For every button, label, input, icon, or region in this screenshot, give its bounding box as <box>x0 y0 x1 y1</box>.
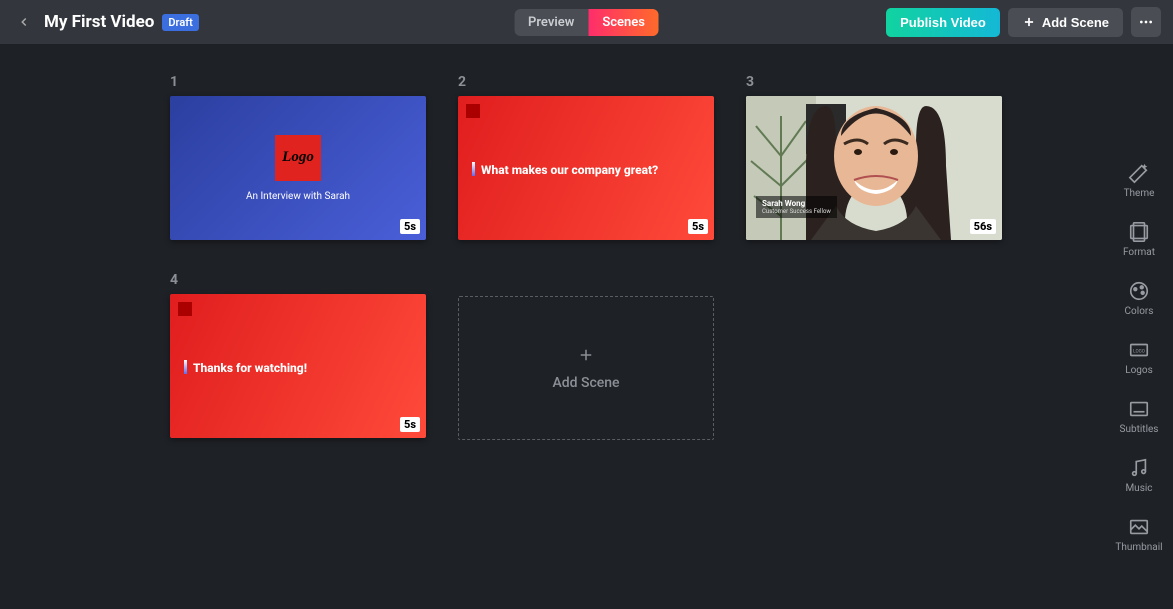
chevron-left-icon <box>17 15 31 29</box>
sidebar-item-theme[interactable]: Theme <box>1124 162 1155 199</box>
sidebar-label: Music <box>1125 483 1152 494</box>
scene-text: Thanks for watching! <box>193 361 307 375</box>
wand-icon <box>1128 162 1150 184</box>
duration-badge: 5s <box>400 219 420 234</box>
accent-bar <box>184 360 187 374</box>
lower-third: Sarah Wong Customer Success Fellow <box>756 196 837 218</box>
sidebar-item-colors[interactable]: Colors <box>1125 280 1154 317</box>
scene-cell: 3 <box>746 74 1002 240</box>
add-scene-card-label: Add Scene <box>552 375 619 391</box>
logo-mark <box>466 104 480 118</box>
more-button[interactable] <box>1131 7 1161 37</box>
scene-cell: 4 Thanks for watching! 5s <box>170 272 426 440</box>
sidebar-label: Format <box>1123 247 1155 258</box>
tab-preview[interactable]: Preview <box>514 9 588 36</box>
sidebar-item-thumbnail[interactable]: Thumbnail <box>1115 516 1162 553</box>
person-role: Customer Success Fellow <box>762 208 831 215</box>
logo-icon: LOGO <box>1128 339 1150 361</box>
sidebar-label: Logos <box>1125 365 1153 376</box>
sidebar-item-format[interactable]: Format <box>1123 221 1155 258</box>
palette-icon <box>1128 280 1150 302</box>
dots-icon <box>1138 14 1154 30</box>
add-scene-button[interactable]: Add Scene <box>1008 8 1123 37</box>
scene-text-wrap: What makes our company great? <box>472 159 658 178</box>
scene-text: What makes our company great? <box>481 163 658 177</box>
right-sidebar: Theme Format Colors LOGO Logos Subtitles… <box>1105 44 1173 609</box>
logo-box: Logo <box>275 135 321 181</box>
sidebar-item-music[interactable]: Music <box>1125 457 1152 494</box>
duration-badge: 5s <box>688 219 708 234</box>
scene-text-wrap: Thanks for watching! <box>184 357 307 376</box>
duration-badge: 5s <box>400 417 420 432</box>
svg-text:LOGO: LOGO <box>1133 348 1145 354</box>
header-actions: Publish Video Add Scene <box>886 7 1161 37</box>
add-scene-card[interactable]: Add Scene <box>458 296 714 440</box>
scene-card-2[interactable]: What makes our company great? 5s <box>458 96 714 240</box>
accent-bar <box>472 162 475 176</box>
back-button[interactable] <box>12 10 36 34</box>
image-icon <box>1128 516 1150 538</box>
format-icon <box>1128 221 1150 243</box>
plus-icon <box>1022 15 1036 29</box>
person-name: Sarah Wong <box>762 199 831 208</box>
subtitles-icon <box>1128 398 1150 420</box>
scene-card-1[interactable]: Logo An Interview with Sarah 5s <box>170 96 426 240</box>
scenes-canvas: 1 Logo An Interview with Sarah 5s 2 What… <box>0 44 1105 609</box>
scene-number: 1 <box>170 74 426 90</box>
tab-scenes[interactable]: Scenes <box>588 9 659 36</box>
sidebar-item-logos[interactable]: LOGO Logos <box>1125 339 1153 376</box>
duration-badge: 56s <box>970 219 996 234</box>
scene-card-4[interactable]: Thanks for watching! 5s <box>170 294 426 438</box>
scene-cell: 2 What makes our company great? 5s <box>458 74 714 240</box>
scene-cell: 1 Logo An Interview with Sarah 5s <box>170 74 426 240</box>
sidebar-item-subtitles[interactable]: Subtitles <box>1120 398 1159 435</box>
sidebar-label: Theme <box>1124 188 1155 199</box>
sidebar-label: Thumbnail <box>1115 542 1162 553</box>
scene-card-3[interactable]: Sarah Wong Customer Success Fellow 56s <box>746 96 1002 240</box>
page-title: My First Video <box>44 12 154 32</box>
music-icon <box>1128 457 1150 479</box>
add-scene-label: Add Scene <box>1042 15 1109 30</box>
logo-mark <box>178 302 192 316</box>
sidebar-label: Colors <box>1125 306 1154 317</box>
person-thumbnail <box>746 96 1002 240</box>
top-bar: My First Video Draft Preview Scenes Publ… <box>0 0 1173 44</box>
draft-badge: Draft <box>162 14 198 31</box>
view-tabs: Preview Scenes <box>514 9 659 36</box>
sidebar-label: Subtitles <box>1120 424 1159 435</box>
plus-icon <box>577 345 595 369</box>
scene-number: 3 <box>746 74 1002 90</box>
scene-number: 2 <box>458 74 714 90</box>
scene-subtitle: An Interview with Sarah <box>246 191 350 202</box>
publish-button[interactable]: Publish Video <box>886 8 1000 37</box>
scene-number: 4 <box>170 272 426 288</box>
